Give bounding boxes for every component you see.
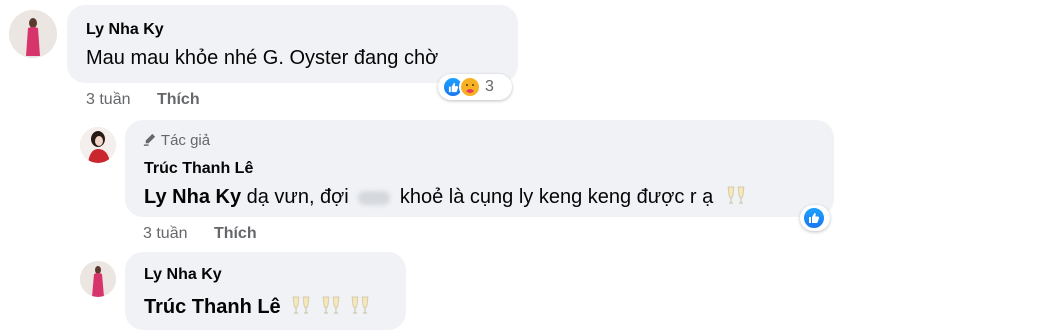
comment-bubble: Ly Nha Ky Mau mau khỏe nhé G. Oyster đan… bbox=[67, 5, 518, 83]
avatar[interactable] bbox=[9, 10, 57, 58]
comment-author[interactable]: Trúc Thanh Lê bbox=[144, 160, 253, 178]
reaction-summary[interactable]: 3 bbox=[438, 74, 512, 100]
comment-author[interactable]: Ly Nha Ky bbox=[86, 21, 164, 39]
comment-bubble: Tác giả Trúc Thanh Lê Ly Nha Ky dạ vưn, … bbox=[125, 120, 834, 217]
comment-text: Mau mau khỏe nhé G. Oyster đang chờ bbox=[86, 47, 439, 69]
pen-icon bbox=[143, 133, 156, 146]
care-icon bbox=[459, 76, 481, 98]
clinking-glasses-icon bbox=[349, 294, 371, 322]
comment-text-part2: khoẻ là cụng ly keng keng được r ạ bbox=[399, 186, 714, 208]
comment-author[interactable]: Ly Nha Ky bbox=[144, 266, 222, 284]
redacted-text bbox=[358, 190, 391, 205]
comment-time[interactable]: 3 tuần bbox=[143, 225, 187, 242]
author-badge: Tác giả bbox=[142, 132, 210, 149]
comment-time[interactable]: 3 tuần bbox=[86, 91, 130, 108]
like-icon bbox=[802, 206, 826, 230]
mention-link[interactable]: Trúc Thanh Lê bbox=[144, 296, 281, 318]
user-photo bbox=[9, 10, 57, 58]
clinking-glasses-icon bbox=[320, 294, 342, 322]
comment-text: Trúc Thanh Lê bbox=[144, 294, 371, 322]
comment-bubble: Ly Nha Ky Trúc Thanh Lê bbox=[125, 252, 406, 330]
user-photo bbox=[80, 127, 116, 163]
clinking-glasses-icon bbox=[725, 184, 747, 212]
like-button[interactable]: Thích bbox=[214, 225, 257, 242]
like-button[interactable]: Thích bbox=[157, 91, 200, 108]
comment-meta: 3 tuần Thích bbox=[143, 225, 257, 243]
mention-link[interactable]: Ly Nha Ky bbox=[144, 186, 241, 208]
comment-text-part1: dạ vưn, đợi bbox=[246, 186, 349, 208]
author-badge-label: Tác giả bbox=[160, 132, 211, 149]
avatar[interactable] bbox=[80, 127, 116, 163]
reaction-count: 3 bbox=[485, 78, 494, 95]
comment-meta: 3 tuần Thích bbox=[86, 91, 200, 109]
avatar[interactable] bbox=[80, 261, 116, 297]
clinking-glasses-icon bbox=[290, 294, 312, 322]
reaction-summary[interactable] bbox=[800, 205, 830, 231]
user-photo bbox=[80, 261, 116, 297]
comment-text: Ly Nha Ky dạ vưn, đợi khoẻ là cụng ly ke… bbox=[144, 184, 747, 212]
